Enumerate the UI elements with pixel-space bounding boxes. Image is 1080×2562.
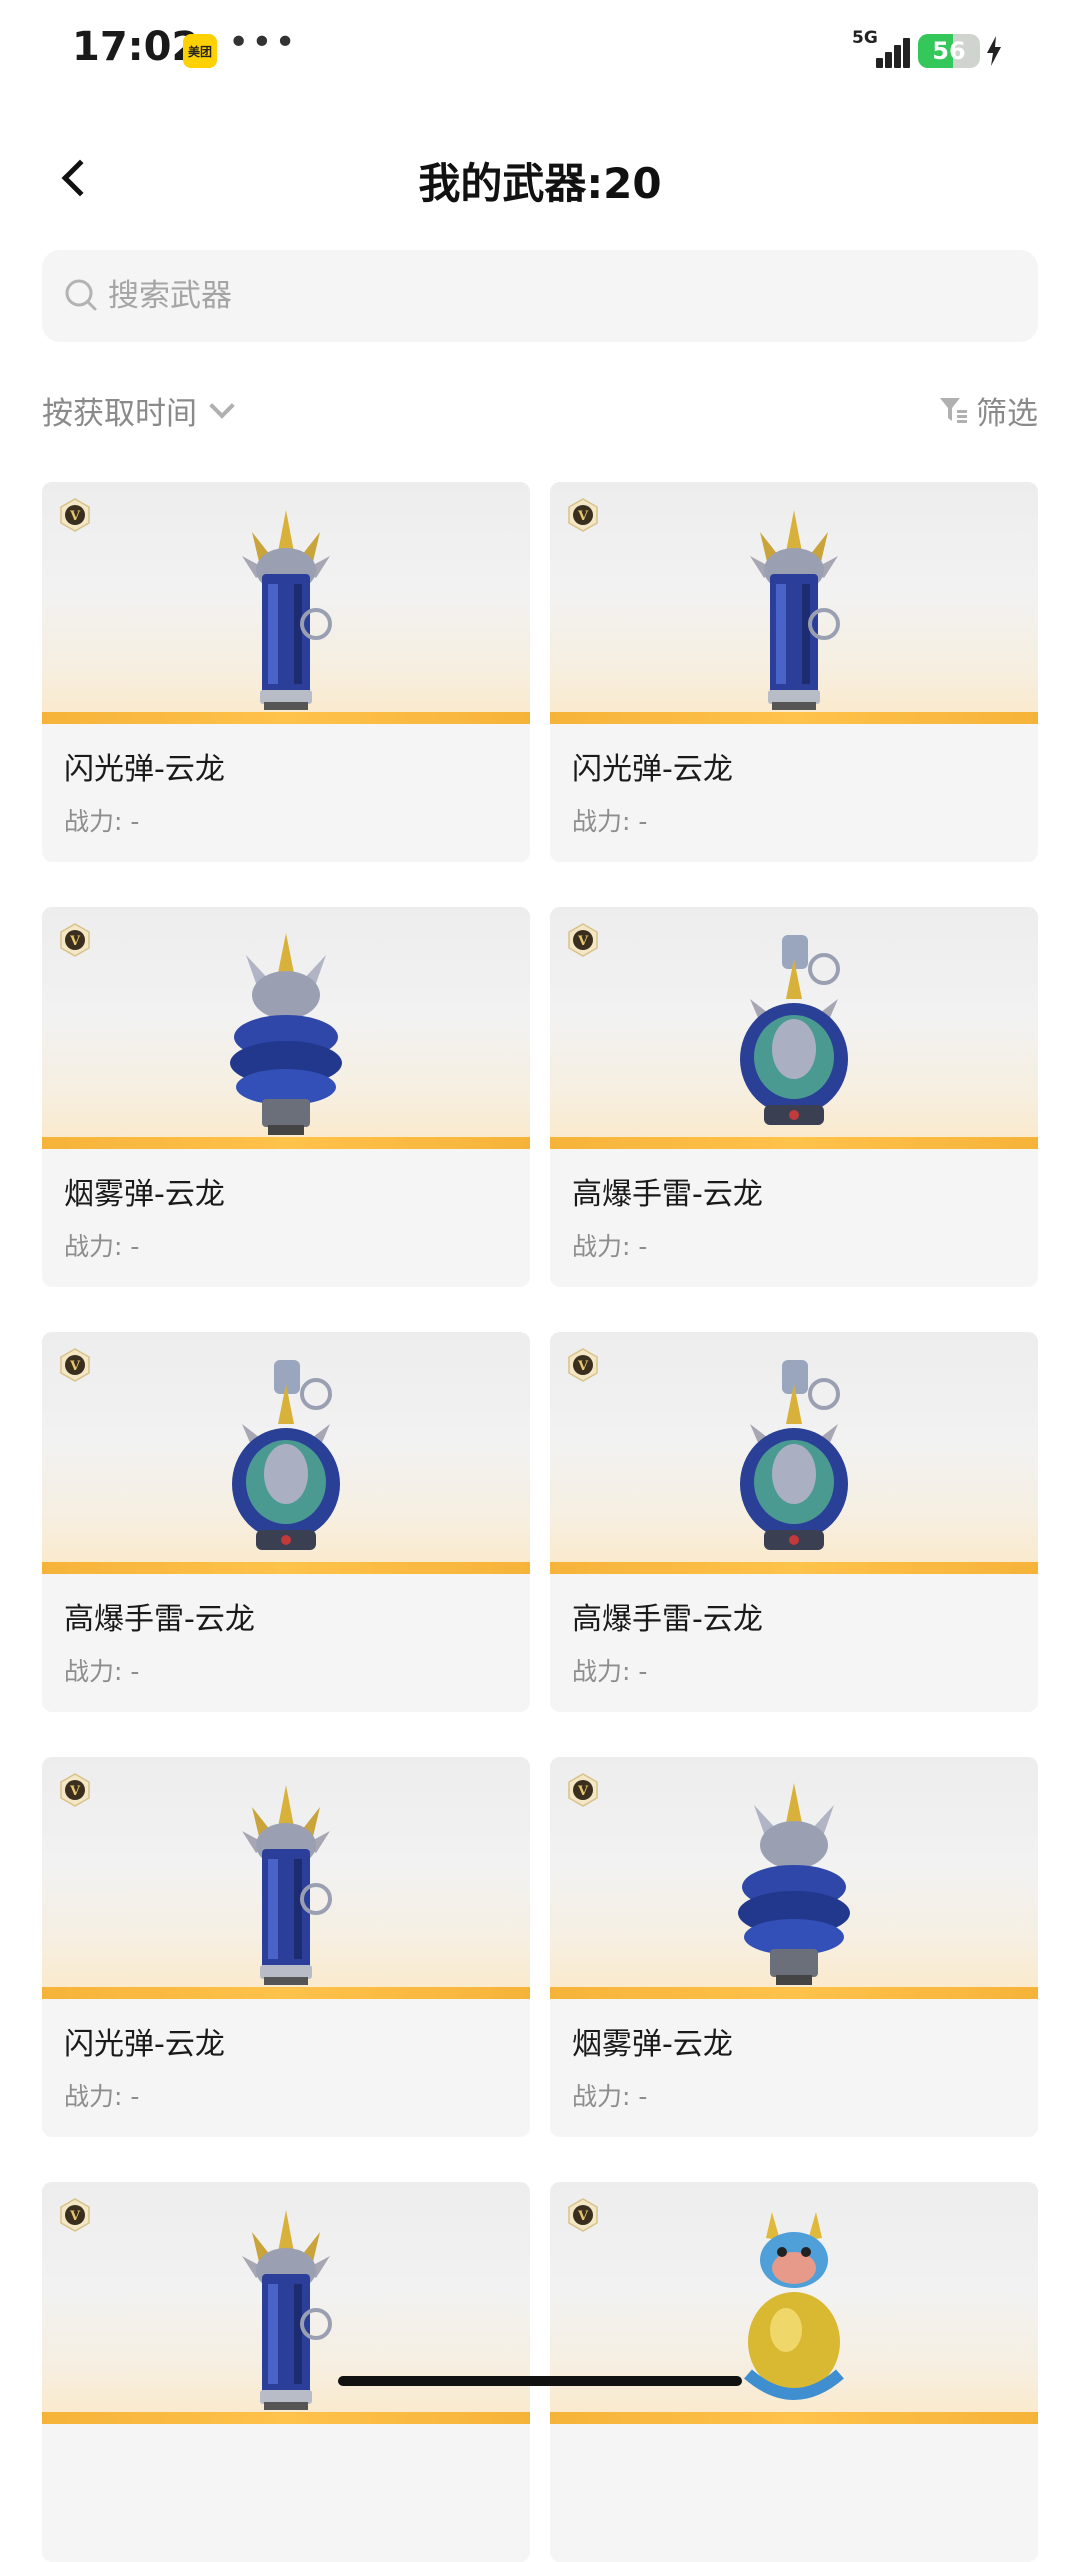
weapon-name: 闪光弹-云龙 (64, 752, 225, 787)
weapon-name: 高爆手雷-云龙 (572, 1177, 763, 1212)
weapon-image: V (42, 482, 530, 724)
weapon-image: V (550, 1332, 1038, 1574)
status-time: 17:02 (72, 24, 200, 70)
frag-grenade-icon (740, 1360, 848, 1550)
weapon-image: V (550, 2182, 1038, 2424)
rarity-stripe (42, 712, 530, 724)
page-title: 我的武器:20 (418, 159, 662, 208)
flashbang-icon (750, 510, 840, 710)
weapon-card[interactable]: V 烟雾弹-云龙 战力: - (550, 1757, 1038, 2137)
rarity-stripe (42, 1987, 530, 1999)
weapon-image: V (42, 2182, 530, 2424)
weapon-image: V (550, 907, 1038, 1149)
dragon-mascot-icon (744, 2212, 844, 2400)
rarity-stripe (42, 2412, 530, 2424)
v-rank-badge-icon: V (60, 1348, 90, 1382)
weapon-card[interactable]: V 高爆手雷-云龙 战力: - (42, 1332, 530, 1712)
v-rank-badge-icon: V (60, 923, 90, 957)
weapon-image: V (42, 907, 530, 1149)
svg-text:V: V (69, 1359, 81, 1374)
filter-label: 筛选 (976, 395, 1038, 432)
rarity-stripe (550, 712, 1038, 724)
weapon-power: 战力: - (64, 807, 140, 836)
filter-button[interactable]: 筛选 (938, 382, 1038, 438)
weapon-card[interactable]: V 闪光弹-云龙 战力: - (42, 482, 530, 862)
more-dots-icon: ••• (228, 22, 298, 63)
svg-text:V: V (577, 2209, 589, 2224)
weapon-name: 闪光弹-云龙 (572, 752, 733, 787)
rarity-stripe (550, 1562, 1038, 1574)
svg-text:V: V (69, 934, 81, 949)
rarity-stripe (42, 1137, 530, 1149)
weapon-name: 烟雾弹-云龙 (572, 2027, 733, 2062)
chevron-down-icon (209, 393, 235, 419)
weapon-image: V (550, 482, 1038, 724)
weapon-power: 战力: - (572, 1232, 648, 1261)
weapon-card[interactable]: V 闪光弹-云龙 战力: - (550, 482, 1038, 862)
cellular-signal-icon: 5G (852, 28, 910, 68)
battery-level: 56 (932, 37, 966, 65)
v-rank-badge-icon: V (60, 1773, 90, 1807)
meituan-app-badge: 美团 (183, 34, 217, 68)
weapon-image: V (550, 1757, 1038, 1999)
rarity-stripe (550, 1987, 1038, 1999)
weapon-name: 高爆手雷-云龙 (64, 1602, 255, 1637)
weapon-power: 战力: - (64, 1657, 140, 1686)
weapon-name: 闪光弹-云龙 (64, 2027, 225, 2062)
weapon-card[interactable]: V 高爆手雷-云龙 战力: - (550, 907, 1038, 1287)
weapon-power: 战力: - (572, 1657, 648, 1686)
network-type: 5G (852, 28, 878, 48)
v-rank-badge-icon: V (568, 1773, 598, 1807)
search-input[interactable] (108, 250, 988, 342)
nav-header: 我的武器:20 (0, 130, 1080, 226)
filter-funnel-icon (940, 398, 967, 423)
sort-dropdown[interactable]: 按获取时间 (42, 382, 235, 438)
weapon-name: 高爆手雷-云龙 (572, 1602, 763, 1637)
home-indicator[interactable] (338, 2376, 742, 2386)
v-rank-badge-icon: V (568, 498, 598, 532)
weapon-name: 烟雾弹-云龙 (64, 1177, 225, 1212)
frag-grenade-icon (740, 935, 848, 1125)
weapon-power: 战力: - (64, 2082, 140, 2111)
flashbang-icon (242, 1785, 332, 1985)
svg-text:V: V (577, 1359, 589, 1374)
svg-text:V: V (577, 1784, 589, 1799)
sort-label: 按获取时间 (42, 395, 197, 432)
v-rank-badge-icon: V (60, 498, 90, 532)
weapon-image: V (42, 1332, 530, 1574)
weapon-power: 战力: - (572, 2082, 648, 2111)
charging-bolt-icon (987, 36, 1001, 66)
smoke-grenade-icon (230, 933, 342, 1135)
rarity-stripe (42, 1562, 530, 1574)
list-toolbar: 按获取时间 筛选 (42, 382, 1038, 438)
search-icon (65, 279, 97, 311)
flashbang-icon (242, 510, 332, 710)
status-bar: 17:02 美团 ••• 5G 56 (0, 0, 1080, 100)
smoke-grenade-icon (738, 1783, 850, 1985)
rarity-stripe (550, 1137, 1038, 1149)
weapon-power: 战力: - (64, 1232, 140, 1261)
weapon-card[interactable]: V 闪光弹-云龙 战力: - (42, 1757, 530, 2137)
weapon-card[interactable]: V (42, 2182, 530, 2562)
battery-icon: 56 (918, 34, 980, 68)
v-rank-badge-icon: V (568, 1348, 598, 1382)
svg-text:V: V (69, 1784, 81, 1799)
svg-text:V: V (69, 509, 81, 524)
weapon-power: 战力: - (572, 807, 648, 836)
rarity-stripe (550, 2412, 1038, 2424)
svg-text:V: V (577, 509, 589, 524)
svg-text:V: V (577, 934, 589, 949)
v-rank-badge-icon: V (568, 923, 598, 957)
search-bar[interactable] (42, 250, 1038, 342)
weapon-card[interactable]: V 烟雾弹-云龙 战力: - (42, 907, 530, 1287)
v-rank-badge-icon: V (568, 2198, 598, 2232)
weapon-card[interactable]: V 高爆手雷-云龙 战力: - (550, 1332, 1038, 1712)
weapon-card[interactable]: V (550, 2182, 1038, 2562)
frag-grenade-icon (232, 1360, 340, 1550)
v-rank-badge-icon: V (60, 2198, 90, 2232)
weapon-image: V (42, 1757, 530, 1999)
svg-text:V: V (69, 2209, 81, 2224)
